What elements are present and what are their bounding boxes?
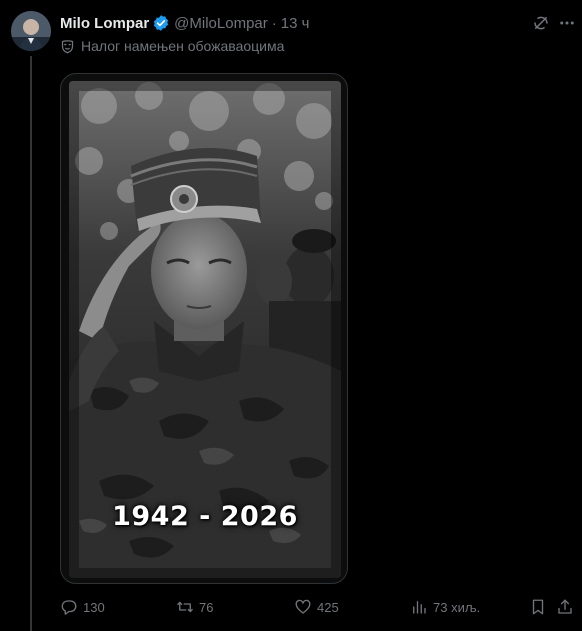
subscriber-only-notice: Налог намењен обожаваоцима [60, 37, 284, 55]
post-header: Milo Lompar @MiloLompar · 13 ч [60, 13, 309, 33]
views-icon [413, 601, 426, 614]
views-count: 73 хиљ. [433, 599, 481, 615]
repost-count: 76 [199, 599, 214, 615]
media-card[interactable]: 1942 - 2026 [60, 73, 348, 584]
views-button[interactable]: 73 хиљ. [410, 596, 480, 618]
reply-button[interactable]: 130 [60, 596, 105, 618]
user-handle[interactable]: @MiloLompar [174, 15, 268, 32]
repost-button[interactable]: 76 [176, 596, 213, 618]
grok-icon[interactable] [532, 14, 550, 32]
like-button[interactable]: 425 [294, 596, 339, 618]
thread-line [30, 56, 32, 631]
reply-count: 130 [83, 599, 105, 615]
post-time[interactable]: 13 ч [281, 15, 310, 32]
action-bar: 130 76 425 73 хиљ. [0, 596, 582, 618]
display-name[interactable]: Milo Lompar [60, 15, 149, 32]
photo-caption: 1942 - 2026 [112, 501, 298, 532]
bookmark-button[interactable] [529, 596, 547, 618]
repost-icon [177, 601, 193, 613]
heart-icon [295, 599, 311, 614]
avatar[interactable] [11, 11, 51, 51]
subscriber-label: Налог намењен обожаваоцима [81, 38, 285, 54]
bookmark-icon [532, 599, 544, 615]
share-icon [558, 599, 572, 614]
mask-icon [60, 39, 75, 54]
reply-icon [61, 600, 77, 615]
separator-dot: · [271, 14, 277, 32]
memorial-photo[interactable]: 1942 - 2026 [69, 81, 341, 578]
verified-badge-icon [152, 14, 170, 32]
like-count: 425 [317, 599, 339, 615]
share-button[interactable] [556, 596, 574, 618]
more-icon[interactable] [558, 14, 576, 32]
